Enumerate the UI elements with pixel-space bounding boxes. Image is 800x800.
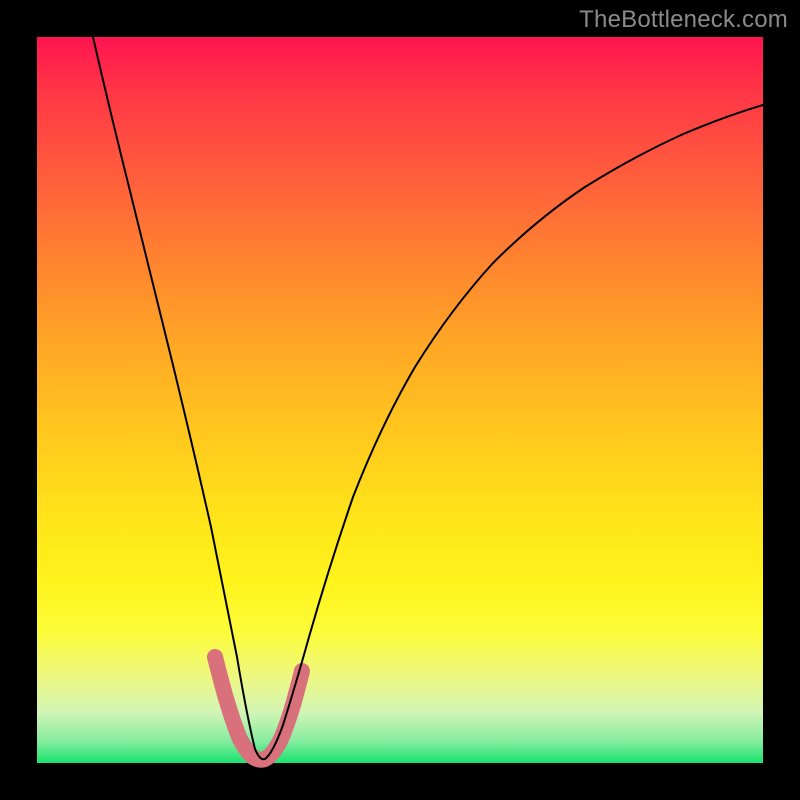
watermark-text: TheBottleneck.com bbox=[579, 6, 788, 34]
bottleneck-curve-svg bbox=[37, 37, 763, 763]
plot-area bbox=[37, 37, 763, 763]
bottleneck-curve bbox=[93, 37, 763, 759]
chart-stage: TheBottleneck.com bbox=[0, 0, 800, 800]
